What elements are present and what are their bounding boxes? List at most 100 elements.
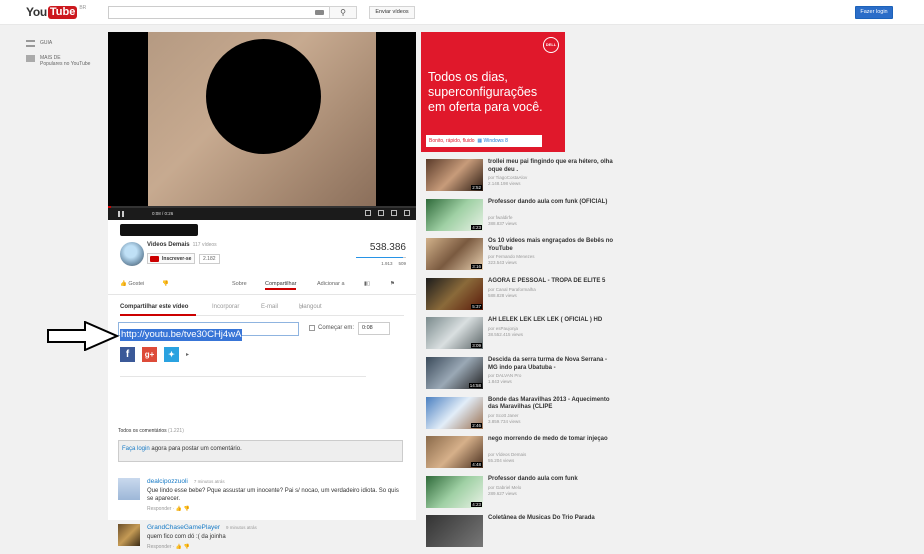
video-meta: por TiagoCostaAlov 2.148.198 views xyxy=(488,175,528,186)
comment-login-box: Faça login agora para postar um comentár… xyxy=(118,440,403,462)
reply-link[interactable]: Responder · 👍 👎 xyxy=(147,506,190,512)
player-controls: 0:08 / 0:26 xyxy=(108,208,416,220)
related-video[interactable]: 5:37 AGORA E PESSOAL - TROPA DE ELITE 5 po… xyxy=(426,277,621,314)
related-video[interactable]: 14:58 Descida da serra turma de Nova Serr… xyxy=(426,357,621,393)
guide-item[interactable]: GUIA xyxy=(26,40,90,47)
video-duration: 4:23 xyxy=(471,501,482,507)
keyboard-icon[interactable] xyxy=(315,10,324,15)
about-tab[interactable]: Sobre xyxy=(232,278,247,290)
start-at-checkbox[interactable] xyxy=(309,325,315,331)
video-duration: 4:23 xyxy=(471,224,482,230)
video-title[interactable]: nego morrendo de medo de tomar injeçao xyxy=(488,436,618,444)
view-count: 538.386 xyxy=(369,242,406,253)
video-title[interactable]: AH LELEK LEK LEK LEK ( OFICIAL ) HD xyxy=(488,317,618,325)
video-frame[interactable] xyxy=(148,32,376,208)
youtube-logo[interactable]: You Tube BR xyxy=(26,5,86,19)
search-input[interactable] xyxy=(108,6,330,19)
video-title[interactable]: Descida da serra turma de Nova Serrana -… xyxy=(488,357,618,372)
video-duration: 2:46 xyxy=(471,422,482,428)
comment-item: dealcipozzuoli 7 minutos atrás Que lindo … xyxy=(118,478,403,514)
social-buttons: f g+ ✦ ▸ xyxy=(120,347,189,362)
video-title[interactable]: trollei meu pai fingindo que era hétero,… xyxy=(488,159,618,174)
stats-icon[interactable]: ▮▯ xyxy=(364,278,370,290)
scrollbar[interactable] xyxy=(917,25,924,520)
video-meta: por Vídeos Demais 55.204 views xyxy=(488,452,527,464)
widescreen-icon[interactable] xyxy=(391,210,397,216)
video-title[interactable]: Professor dando aula com funk (OFICIAL) xyxy=(488,199,618,207)
video-meta: por fwaldirfe 388.837 views xyxy=(488,214,517,226)
upload-button[interactable]: Enviar vídeos xyxy=(369,6,415,19)
dislike-icon[interactable]: 👎 xyxy=(162,278,169,290)
related-video[interactable]: 4:48 nego morrendo de medo de tomar injeç… xyxy=(426,436,621,472)
video-thumbnail[interactable]: 4:48 xyxy=(426,436,483,469)
related-video[interactable]: Coletânea de Musicas Do Trio Parada xyxy=(426,515,621,551)
video-title[interactable]: Os 10 vídeos mais engraçados de Bebês no… xyxy=(488,238,618,253)
share-tab[interactable]: Compartilhar xyxy=(265,278,297,290)
video-title[interactable]: AGORA E PESSOAL - TROPA DE ELITE 5 xyxy=(488,278,618,286)
twitter-icon[interactable]: ✦ xyxy=(164,347,179,362)
video-meta: por Scott Janer 3.859.734 views xyxy=(488,412,521,424)
hangout-tab[interactable]: Hangout ⇗ xyxy=(299,304,322,311)
video-thumbnail[interactable]: 3:09 xyxy=(426,317,483,350)
reply-link[interactable]: Responder · 👍 👎 xyxy=(147,544,190,550)
google-plus-icon[interactable]: g+ xyxy=(142,347,157,362)
related-video[interactable]: 2:52 trollei meu pai fingindo que era hét… xyxy=(426,159,621,195)
video-thumbnail[interactable]: 4:23 xyxy=(426,475,483,508)
flag-icon[interactable]: ⚑ xyxy=(390,278,395,290)
video-thumbnail[interactable]: 4:23 xyxy=(426,198,483,231)
main-column: 0:08 / 0:26 Videos Demais 117 vídeos Insc… xyxy=(108,32,416,550)
embed-tab[interactable]: Incorporar xyxy=(212,304,239,310)
video-duration: 14:58 xyxy=(468,383,482,388)
captions-icon[interactable] xyxy=(378,210,384,216)
like-button[interactable]: 👍 Gostei xyxy=(120,278,144,290)
dell-ad[interactable]: DELL Todos os dias, superconfigurações em … xyxy=(421,32,565,152)
more-icon[interactable]: ▸ xyxy=(186,351,189,358)
search-icon: ⚲ xyxy=(340,8,346,17)
facebook-icon[interactable]: f xyxy=(120,347,135,362)
related-video[interactable]: 2:46 Bonde das Maravilhas 2013 - Aquecime… xyxy=(426,396,621,433)
subscribe-button[interactable]: Inscrever-se xyxy=(147,253,195,264)
video-meta: por Fernando Menezes 323.543 views xyxy=(488,254,535,266)
video-thumbnail[interactable]: 2:52 xyxy=(426,159,483,191)
video-thumbnail[interactable]: 14:58 xyxy=(426,357,483,389)
related-video[interactable]: 3:16 Os 10 vídeos mais engraçados de Bebê… xyxy=(426,238,621,274)
related-video[interactable]: 4:23 Professor dando aula com funk por Gab… xyxy=(426,475,621,512)
login-link[interactable]: Faça login xyxy=(122,446,150,452)
redacted-title xyxy=(120,224,198,236)
video-thumbnail[interactable]: 3:16 xyxy=(426,238,483,271)
video-thumbnail[interactable]: 5:37 xyxy=(426,277,483,310)
ad-tagline: Bonito, rápido, fluido ▦ Windows 8 xyxy=(426,135,542,147)
related-video[interactable]: 3:09 AH LELEK LEK LEK LEK ( OFICIAL ) HD p… xyxy=(426,317,621,353)
channel-avatar[interactable] xyxy=(120,242,144,266)
video-meta: por DALVAN Pro 1.843 views xyxy=(488,373,522,384)
related-video[interactable]: 4:23 Professor dando aula com funk (OFICI… xyxy=(426,198,621,235)
popular-item[interactable]: MAIS DE Populares no YouTube xyxy=(26,55,90,67)
share-video-tab[interactable]: Compartilhar este vídeo xyxy=(120,304,188,310)
video-player[interactable]: 0:08 / 0:26 xyxy=(108,32,416,220)
arrow-annotation xyxy=(47,321,119,351)
avatar[interactable] xyxy=(118,524,140,546)
fullscreen-icon[interactable] xyxy=(404,210,410,216)
login-button[interactable]: Fazer login xyxy=(855,6,893,19)
start-time-input[interactable]: 0:08 xyxy=(358,322,390,335)
pause-icon[interactable] xyxy=(118,211,124,217)
video-title[interactable]: Professor dando aula com funk xyxy=(488,476,618,484)
add-to-tab[interactable]: Adicionar a xyxy=(317,278,345,290)
video-title[interactable]: Bonde das Maravilhas 2013 - Aquecimento … xyxy=(488,397,618,412)
video-duration: 3:16 xyxy=(471,264,482,270)
video-title[interactable]: Coletânea de Musicas Do Trio Parada xyxy=(488,515,618,523)
search-button[interactable]: ⚲ xyxy=(329,6,357,19)
video-thumbnail[interactable] xyxy=(426,515,483,548)
settings-icon[interactable] xyxy=(365,210,371,216)
top-bar: You Tube BR ⚲ Enviar vídeos Fazer login xyxy=(0,0,924,25)
dislike-count: 509 xyxy=(398,261,406,266)
share-url-input[interactable]: http://youtu.be/tve30CHj4wA xyxy=(118,322,299,341)
channel-name[interactable]: Videos Demais 117 vídeos xyxy=(147,242,217,248)
video-thumbnail[interactable]: 2:46 xyxy=(426,396,483,429)
comments-header: Todos os comentários (1.221) xyxy=(118,428,184,434)
ad-headline: Todos os dias, superconfigurações em ofert… xyxy=(428,70,543,114)
video-duration: 2:52 xyxy=(471,185,482,190)
email-tab[interactable]: E-mail xyxy=(261,304,278,310)
video-meta: por Canal Paraformalha 588.828 views xyxy=(488,286,536,298)
avatar[interactable] xyxy=(118,478,140,500)
